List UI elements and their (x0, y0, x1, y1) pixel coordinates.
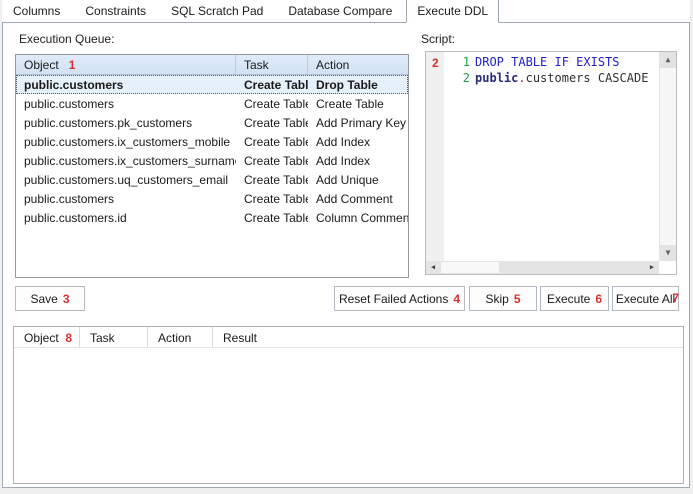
execute-all-button[interactable]: Execute All 7 (612, 286, 679, 311)
queue-cell-task: Create Table (236, 189, 308, 208)
queue-row[interactable]: public.customers Create Table Add Commen… (16, 189, 408, 208)
queue-header-task-label: Task (244, 58, 269, 72)
line-number: 2 (444, 70, 475, 86)
reset-failed-actions-button-label: Reset Failed Actions (339, 292, 448, 306)
horizontal-scroll-thumb[interactable] (441, 262, 499, 273)
results-header-object[interactable]: Object 8 (14, 327, 80, 347)
execute-button[interactable]: Execute 6 (540, 286, 609, 311)
annotation-2: 2 (432, 56, 439, 70)
queue-header-action[interactable]: Action (308, 55, 408, 74)
queue-cell-object: public.customers (16, 94, 236, 113)
save-button-label: Save (30, 292, 57, 306)
horizontal-scrollbar[interactable]: ◀ ▶ (426, 261, 659, 274)
queue-cell-action: Add Comment (308, 189, 408, 208)
queue-cell-action: Add Primary Key (308, 113, 408, 132)
queue-cell-object: public.customers.ix_customers_surname (16, 151, 236, 170)
execute-ddl-screen: Columns Constraints SQL Scratch Pad Data… (0, 0, 693, 494)
script-label: Script: (421, 32, 455, 46)
results-header-result[interactable]: Result (213, 327, 683, 347)
queue-cell-task: Create Table (236, 151, 308, 170)
queue-cell-action: Add Index (308, 132, 408, 151)
execute-button-label: Execute (547, 292, 590, 306)
sql-keyword: DROP TABLE IF EXISTS (475, 55, 620, 69)
sql-table-name: customers (526, 71, 591, 85)
tab-database-compare[interactable]: Database Compare (277, 0, 403, 22)
results-header-object-label: Object (24, 331, 59, 345)
queue-cell-object: public.customers.pk_customers (16, 113, 236, 132)
queue-cell-object: public.customers.uq_customers_email (16, 170, 236, 189)
results-header-task-label: Task (90, 331, 115, 345)
queue-header-action-label: Action (316, 58, 349, 72)
queue-cell-task: Create Table (236, 208, 308, 227)
queue-cell-action: Create Table (308, 94, 408, 113)
vertical-scrollbar[interactable]: ▲ ▼ (659, 52, 676, 261)
annotation-1: 1 (69, 58, 76, 72)
queue-cell-task: Create Table (236, 113, 308, 132)
tab-columns[interactable]: Columns (2, 0, 71, 22)
results-header-row: Object 8 Task Action Result (14, 327, 683, 348)
editor-gutter: 2 (426, 52, 444, 261)
tab-execute-ddl[interactable]: Execute DDL (406, 0, 499, 23)
skip-button-label: Skip (485, 292, 508, 306)
tab-bar: Columns Constraints SQL Scratch Pad Data… (2, 0, 690, 22)
annotation-3: 3 (63, 292, 70, 306)
results-header-task[interactable]: Task (80, 327, 148, 347)
queue-cell-action: Column Comment (308, 208, 408, 227)
queue-row[interactable]: public.customers.ix_customers_surname Cr… (16, 151, 408, 170)
queue-cell-object: public.customers (16, 189, 236, 208)
execute-ddl-tab-page: Execution Queue: Script: Object 1 Task A… (2, 22, 690, 488)
line-number: 1 (444, 54, 475, 70)
queue-cell-action: Add Index (308, 151, 408, 170)
queue-header-row: Object 1 Task Action (16, 55, 408, 75)
code-line: 1DROP TABLE IF EXISTS (444, 54, 659, 70)
queue-cell-task: Create Table (236, 94, 308, 113)
annotation-5: 5 (514, 292, 521, 306)
queue-row[interactable]: public.customers.pk_customers Create Tab… (16, 113, 408, 132)
sql-code[interactable]: 1DROP TABLE IF EXISTS 2public.customers … (444, 54, 659, 86)
scroll-down-icon[interactable]: ▼ (660, 245, 676, 261)
queue-cell-task: Create Table (236, 170, 308, 189)
queue-cell-action: Add Unique (308, 170, 408, 189)
queue-cell-task: Create Table (236, 132, 308, 151)
sql-cascade: CASCADE (591, 71, 649, 85)
queue-header-object-label: Object (24, 58, 59, 72)
queue-row[interactable]: public.customers.ix_customers_mobile Cre… (16, 132, 408, 151)
queue-cell-object: public.customers.id (16, 208, 236, 227)
results-table: Object 8 Task Action Result (13, 326, 684, 484)
results-header-result-label: Result (223, 331, 257, 345)
tab-sql-scratch-pad[interactable]: SQL Scratch Pad (160, 0, 274, 22)
execution-queue-table: Object 1 Task Action public.customers Cr… (15, 54, 409, 278)
scroll-left-icon[interactable]: ◀ (426, 261, 440, 274)
scroll-right-icon[interactable]: ▶ (645, 261, 659, 274)
annotation-6: 6 (595, 292, 602, 306)
queue-row[interactable]: public.customers.uq_customers_email Crea… (16, 170, 408, 189)
queue-header-task[interactable]: Task (236, 55, 308, 74)
queue-cell-action: Drop Table (308, 75, 408, 94)
annotation-4: 4 (453, 292, 460, 306)
script-editor[interactable]: 2 1DROP TABLE IF EXISTS 2public.customer… (425, 51, 677, 275)
code-line: 2public.customers CASCADE (444, 70, 659, 86)
queue-row[interactable]: public.customers Create Table Create Tab… (16, 94, 408, 113)
results-header-action-label: Action (158, 331, 191, 345)
sql-schema-name: public (475, 71, 518, 85)
queue-row[interactable]: public.customers.id Create Table Column … (16, 208, 408, 227)
queue-cell-object: public.customers (16, 75, 236, 94)
queue-cell-task: Create Table (236, 75, 308, 94)
sql-dot: . (518, 71, 525, 85)
results-header-action[interactable]: Action (148, 327, 213, 347)
skip-button[interactable]: Skip 5 (469, 286, 537, 311)
tab-constraints[interactable]: Constraints (74, 0, 157, 22)
annotation-8: 8 (65, 331, 72, 345)
queue-cell-object: public.customers.ix_customers_mobile (16, 132, 236, 151)
queue-row[interactable]: public.customers Create Table Drop Table (16, 75, 408, 94)
execution-queue-label: Execution Queue: (19, 32, 114, 46)
reset-failed-actions-button[interactable]: Reset Failed Actions 4 (334, 286, 465, 311)
save-button[interactable]: Save 3 (15, 286, 85, 311)
scroll-up-icon[interactable]: ▲ (660, 52, 676, 68)
results-body-empty (14, 348, 683, 483)
execute-all-button-label: Execute All (616, 292, 675, 306)
annotation-7: 7 (672, 291, 679, 305)
queue-header-object[interactable]: Object 1 (16, 55, 236, 74)
